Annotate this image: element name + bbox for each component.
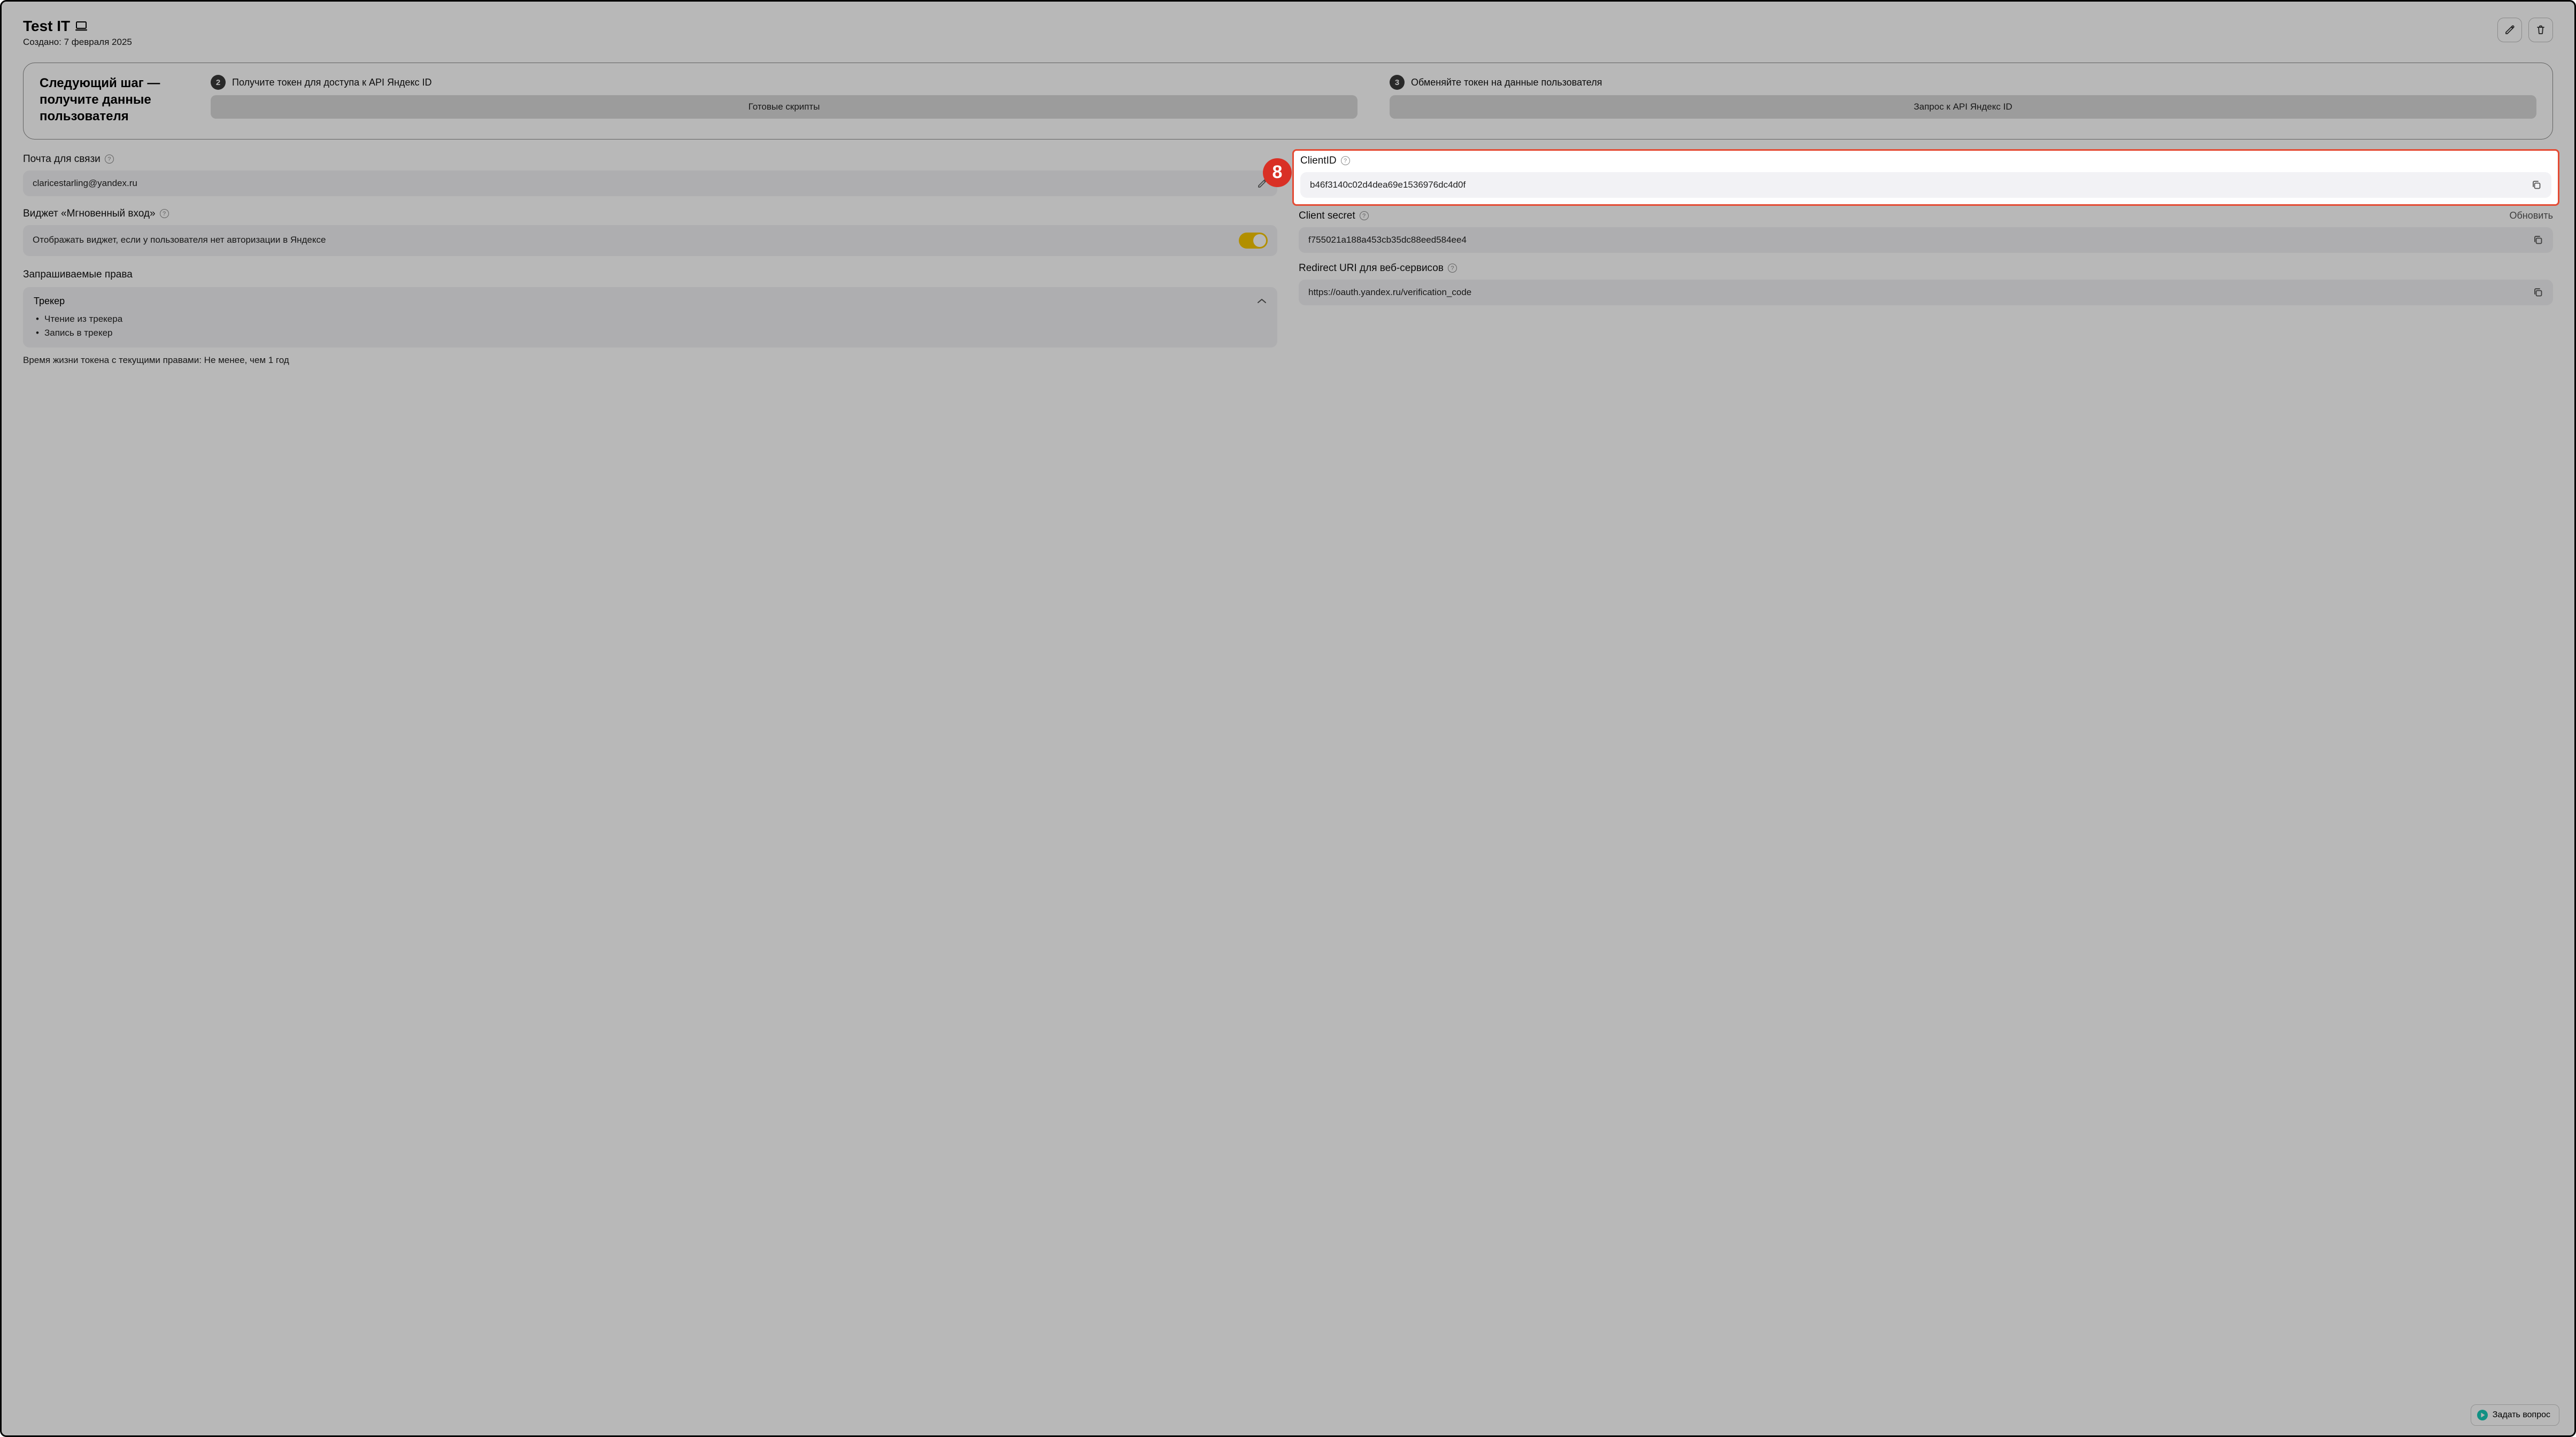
delete-button[interactable] bbox=[2528, 18, 2553, 42]
help-icon[interactable]: ? bbox=[160, 209, 169, 218]
help-icon[interactable]: ? bbox=[1448, 264, 1457, 273]
refresh-secret-link[interactable]: Обновить bbox=[2509, 210, 2553, 221]
banner-title: Следующий шаг — получите данные пользова… bbox=[40, 75, 195, 125]
secret-field: f755021a188a453cb35dc88eed584ee4 bbox=[1299, 227, 2553, 253]
secret-value: f755021a188a453cb35dc88eed584ee4 bbox=[1308, 235, 2533, 245]
perm-group-name: Трекер bbox=[34, 296, 65, 307]
chevron-up-icon bbox=[1257, 298, 1267, 304]
ready-scripts-button[interactable]: Готовые скрипты bbox=[211, 95, 1358, 119]
email-value: claricestarling@yandex.ru bbox=[33, 178, 1257, 189]
step-3-badge: 3 bbox=[1390, 75, 1405, 90]
step-2-badge: 2 bbox=[211, 75, 226, 90]
play-icon bbox=[2477, 1409, 2488, 1421]
clientid-highlight: 8 ClientID ? b46f3140c02d4dea69e1536976d… bbox=[1292, 149, 2559, 206]
email-field: claricestarling@yandex.ru bbox=[23, 171, 1277, 196]
copy-icon bbox=[2531, 180, 2542, 190]
widget-label: Виджет «Мгновенный вход» bbox=[23, 208, 156, 220]
api-request-button[interactable]: Запрос к API Яндекс ID bbox=[1390, 95, 2536, 119]
perm-item: Чтение из трекера bbox=[36, 312, 1267, 326]
page-title: Test IT bbox=[23, 18, 70, 35]
redirect-label: Redirect URI для веб-сервисов bbox=[1299, 262, 1444, 274]
perm-item: Запись в трекер bbox=[36, 326, 1267, 340]
trash-icon bbox=[2535, 25, 2546, 35]
copy-secret-button[interactable] bbox=[2533, 235, 2543, 245]
token-ttl-note: Время жизни токена с текущими правами: Н… bbox=[23, 355, 1277, 366]
permissions-label: Запрашиваемые права bbox=[23, 269, 1277, 281]
pencil-icon bbox=[2504, 25, 2515, 35]
copy-clientid-button[interactable] bbox=[2531, 180, 2542, 190]
ask-button-label: Задать вопрос bbox=[2493, 1410, 2550, 1420]
copy-redirect-button[interactable] bbox=[2533, 287, 2543, 298]
email-label: Почта для связи bbox=[23, 153, 101, 165]
widget-toggle[interactable] bbox=[1239, 233, 1268, 249]
widget-text: Отображать виджет, если у пользователя н… bbox=[33, 234, 1228, 246]
ask-question-button[interactable]: Задать вопрос bbox=[2471, 1404, 2559, 1426]
created-line: Создано: 7 февраля 2025 bbox=[23, 37, 132, 48]
help-icon[interactable]: ? bbox=[1341, 156, 1350, 165]
perm-group-toggle[interactable]: Трекер bbox=[34, 296, 1267, 307]
step-2-label: Получите токен для доступа к API Яндекс … bbox=[232, 77, 432, 88]
help-icon[interactable]: ? bbox=[105, 154, 114, 164]
redirect-value: https://oauth.yandex.ru/verification_cod… bbox=[1308, 287, 2533, 298]
redirect-field: https://oauth.yandex.ru/verification_cod… bbox=[1299, 280, 2553, 305]
clientid-value: b46f3140c02d4dea69e1536976dc4d0f bbox=[1310, 180, 2531, 190]
help-icon[interactable]: ? bbox=[1360, 211, 1369, 220]
callout-badge-8: 8 bbox=[1263, 158, 1292, 187]
edit-button[interactable] bbox=[2497, 18, 2522, 42]
clientid-label: ClientID bbox=[1300, 155, 1337, 167]
widget-row: Отображать виджет, если у пользователя н… bbox=[23, 225, 1277, 256]
clientid-field: b46f3140c02d4dea69e1536976dc4d0f bbox=[1300, 172, 2551, 198]
device-icon bbox=[75, 21, 87, 31]
step-3-label: Обменяйте токен на данные пользователя bbox=[1411, 77, 1602, 88]
copy-icon bbox=[2533, 287, 2543, 298]
secret-label: Client secret bbox=[1299, 210, 1355, 222]
copy-icon bbox=[2533, 235, 2543, 245]
permissions-card: Трекер Чтение из трекера Запись в трекер bbox=[23, 287, 1277, 347]
next-step-banner: Следующий шаг — получите данные пользова… bbox=[23, 63, 2553, 140]
